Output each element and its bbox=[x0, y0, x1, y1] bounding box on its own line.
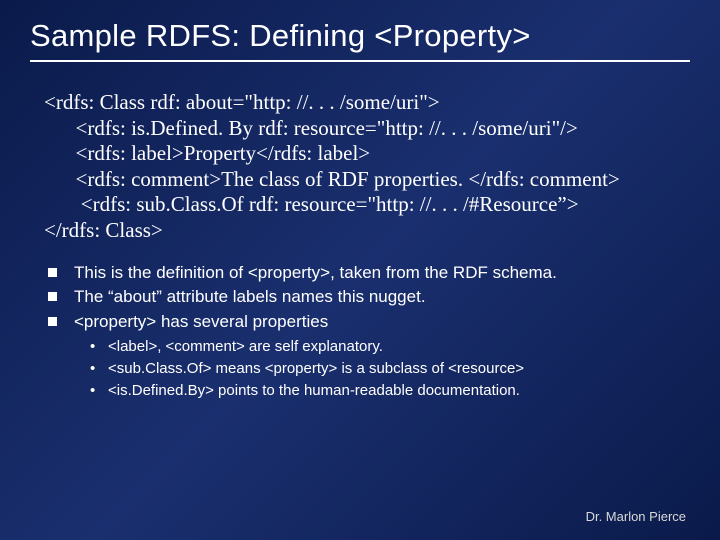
code-line-3: <rdfs: label>Property</rdfs: label> bbox=[44, 141, 370, 165]
bullet-item: <property> has several properties bbox=[48, 311, 690, 333]
footer-author: Dr. Marlon Pierce bbox=[586, 509, 686, 524]
sub-bullet-text: <label>, <comment> are self explanatory. bbox=[108, 338, 383, 355]
sub-bullet-item: <label>, <comment> are self explanatory. bbox=[90, 337, 690, 357]
code-line-2: <rdfs: is.Defined. By rdf: resource="htt… bbox=[44, 116, 578, 140]
square-bullet-icon bbox=[48, 317, 57, 326]
bullet-item: The “about” attribute labels names this … bbox=[48, 286, 690, 308]
sub-bullet-text: <sub.Class.Of> means <property> is a sub… bbox=[108, 360, 524, 377]
bullet-text: This is the definition of <property>, ta… bbox=[74, 263, 557, 282]
sub-bullet-item: <is.Defined.By> points to the human-read… bbox=[90, 381, 690, 401]
square-bullet-icon bbox=[48, 292, 57, 301]
bullet-list: This is the definition of <property>, ta… bbox=[48, 262, 690, 333]
square-bullet-icon bbox=[48, 268, 57, 277]
title-underline bbox=[30, 60, 690, 62]
code-line-5: <rdfs: sub.Class.Of rdf: resource="http:… bbox=[44, 192, 579, 216]
bullet-text: <property> has several properties bbox=[74, 312, 328, 331]
code-block: <rdfs: Class rdf: about="http: //. . . /… bbox=[44, 90, 690, 244]
sub-bullet-text: <is.Defined.By> points to the human-read… bbox=[108, 382, 520, 399]
code-line-6: </rdfs: Class> bbox=[44, 218, 163, 242]
sub-bullet-list: <label>, <comment> are self explanatory.… bbox=[90, 337, 690, 400]
code-line-1: <rdfs: Class rdf: about="http: //. . . /… bbox=[44, 90, 440, 114]
bullet-item: This is the definition of <property>, ta… bbox=[48, 262, 690, 284]
bullet-text: The “about” attribute labels names this … bbox=[74, 287, 426, 306]
slide-title: Sample RDFS: Defining <Property> bbox=[30, 18, 690, 54]
code-line-4: <rdfs: comment>The class of RDF properti… bbox=[44, 167, 620, 191]
sub-bullet-item: <sub.Class.Of> means <property> is a sub… bbox=[90, 359, 690, 379]
slide: Sample RDFS: Defining <Property> <rdfs: … bbox=[0, 0, 720, 540]
